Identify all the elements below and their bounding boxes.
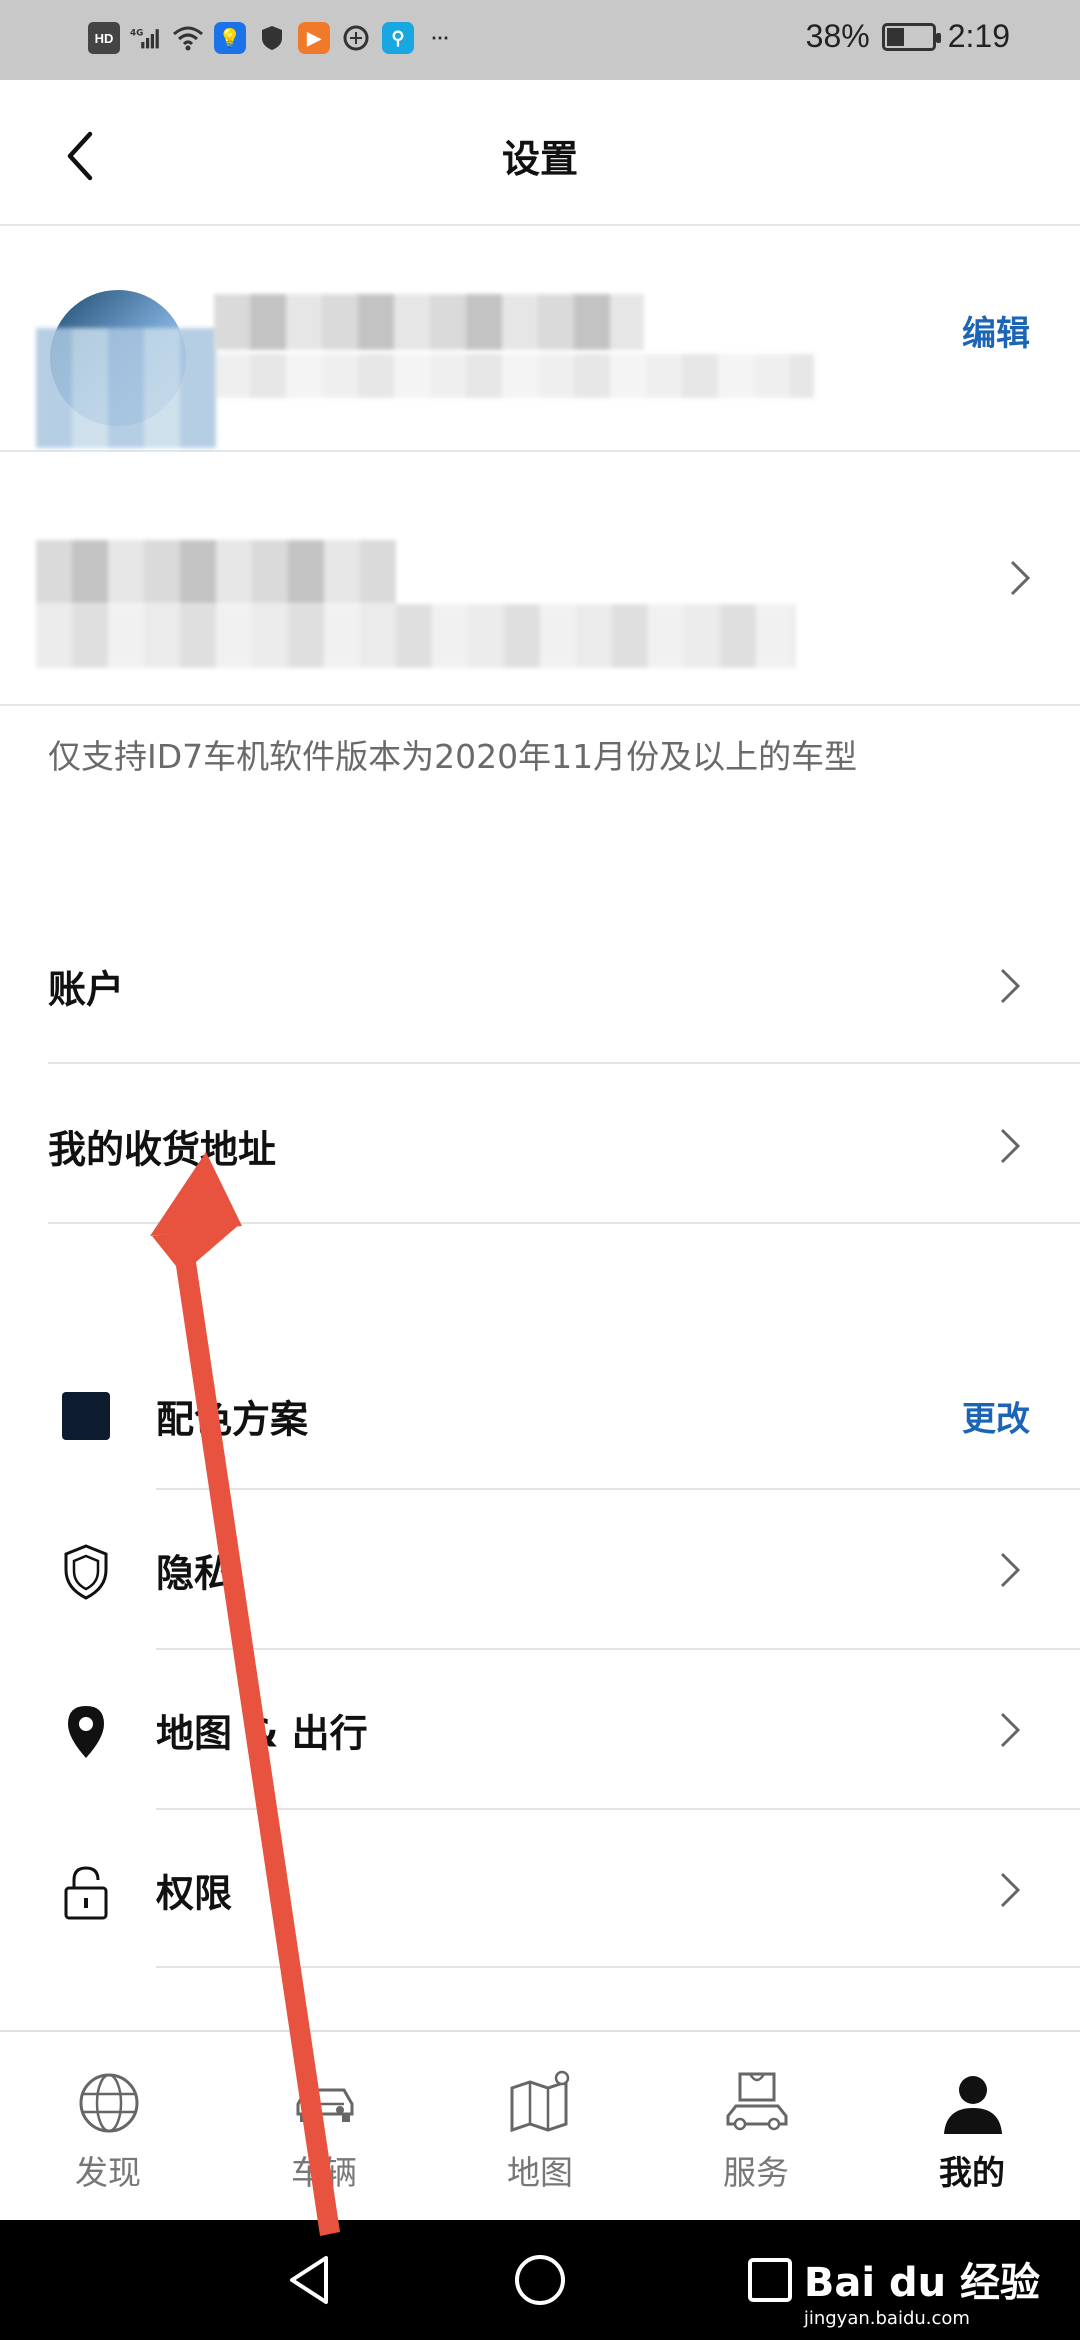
- vehicle-row[interactable]: [0, 452, 1080, 706]
- vehicle-support-note: 仅支持ID7车机软件版本为2020年11月份及以上的车型: [48, 737, 858, 776]
- tab-label: 发现: [75, 2153, 141, 2192]
- top-app-bar: 设置: [0, 80, 1080, 226]
- avatar-blur: [36, 328, 216, 448]
- person-icon: [944, 2076, 1002, 2134]
- menu-item-label: 权限: [156, 1871, 233, 1916]
- page-title: 设置: [501, 137, 578, 181]
- status-bar-right: 38% 2:19: [806, 18, 1010, 55]
- shield-icon: [60, 1542, 112, 1600]
- tab-vehicle[interactable]: 车辆: [216, 2032, 432, 2222]
- chevron-right-icon: [1000, 1128, 1021, 1164]
- lock-icon: [60, 1862, 112, 1920]
- tab-label: 服务: [723, 2153, 789, 2192]
- chevron-right-icon: [1000, 968, 1021, 1004]
- watermark-url: jingyan.baidu.com: [803, 2308, 970, 2329]
- search-app-icon: ⚲: [382, 22, 414, 54]
- browser-app-icon: [340, 22, 372, 54]
- nav-back-triangle-icon[interactable]: [282, 2252, 338, 2308]
- menu-item-account[interactable]: 账户: [48, 906, 1080, 1066]
- location-pin-icon: [60, 1702, 112, 1758]
- menu-item-label: 账户: [48, 967, 125, 1012]
- menu-item-label: 地图 & 出行: [156, 1711, 368, 1756]
- shield-app-icon: [256, 22, 288, 54]
- tab-label: 车辆: [291, 2153, 357, 2192]
- tab-label: 地图: [507, 2153, 573, 2192]
- chevron-right-icon: [1000, 1872, 1021, 1908]
- battery-icon: [881, 22, 941, 51]
- user-subtitle-blurred: [214, 354, 814, 398]
- vehicle-name-blurred: [36, 540, 396, 604]
- nav-recents-square-icon[interactable]: [742, 2252, 798, 2308]
- divider: [48, 1222, 1080, 1224]
- menu-item-shipping-address[interactable]: 我的收货地址: [48, 1066, 1080, 1226]
- chevron-right-icon: [1000, 1712, 1021, 1748]
- video-app-icon: ▶: [298, 22, 330, 54]
- menu-item-label: 配色方案: [156, 1397, 309, 1442]
- watermark-brand: Bai du 经验: [803, 2260, 1040, 2306]
- menu-item-color-scheme[interactable]: 配色方案 更改: [48, 1336, 1080, 1496]
- battery-level-fill: [886, 27, 905, 46]
- menu-item-label: 隐私: [156, 1551, 233, 1596]
- clock: 2:19: [947, 18, 1010, 54]
- chevron-right-icon: [1010, 560, 1031, 596]
- menu-item-permissions[interactable]: 权限: [48, 1810, 1080, 1970]
- color-swatch-icon: [60, 1388, 112, 1444]
- car-icon: [296, 2088, 354, 2122]
- divider: [48, 1062, 1080, 1064]
- vehicle-detail-blurred: [36, 604, 796, 668]
- battery-percent: 38%: [805, 18, 870, 54]
- baidu-jingyan-watermark: Bai du 经验 jingyan.baidu.com: [804, 2250, 1040, 2329]
- status-bar-icons: HD 4G 💡 ▶ ⚲ ⋯: [88, 22, 456, 54]
- tab-map[interactable]: 地图: [432, 2032, 648, 2222]
- system-navigation-bar: Bai du 经验 jingyan.baidu.com: [0, 2220, 1080, 2340]
- tab-services[interactable]: 服务: [648, 2032, 864, 2222]
- username-blurred: [214, 294, 644, 350]
- edit-profile-link[interactable]: 编辑: [962, 306, 1030, 355]
- tab-label: 我的: [939, 2153, 1005, 2192]
- 4g-signal-icon: 4G: [130, 22, 162, 54]
- nav-home-circle-icon[interactable]: [512, 2252, 568, 2308]
- menu-item-map-travel[interactable]: 地图 & 出行: [48, 1650, 1080, 1810]
- change-color-scheme-link[interactable]: 更改: [962, 1392, 1030, 1441]
- profile-card[interactable]: 编辑: [0, 228, 1080, 452]
- map-icon: [510, 2070, 570, 2133]
- globe-icon: [79, 2073, 139, 2133]
- tab-mine[interactable]: 我的: [864, 2032, 1080, 2222]
- bottom-tab-bar: 发现 车辆 地图 服务 我的: [0, 2030, 1080, 2220]
- more-dots-icon: ⋯: [431, 27, 449, 48]
- divider: [156, 1966, 1080, 1968]
- hd-icon: HD: [88, 22, 120, 54]
- menu-item-label: 我的收货地址: [48, 1127, 277, 1172]
- lightbulb-app-icon: 💡: [214, 22, 246, 54]
- status-bar: HD 4G 💡 ▶ ⚲ ⋯ 38% 2:19: [0, 0, 1080, 80]
- wifi-icon: [172, 22, 204, 54]
- tab-discover[interactable]: 发现: [0, 2032, 216, 2222]
- svg-text:4G: 4G: [130, 29, 143, 39]
- chevron-right-icon: [1000, 1552, 1021, 1588]
- shopping-car-icon: [726, 2072, 788, 2131]
- menu-item-privacy[interactable]: 隐私: [48, 1490, 1080, 1650]
